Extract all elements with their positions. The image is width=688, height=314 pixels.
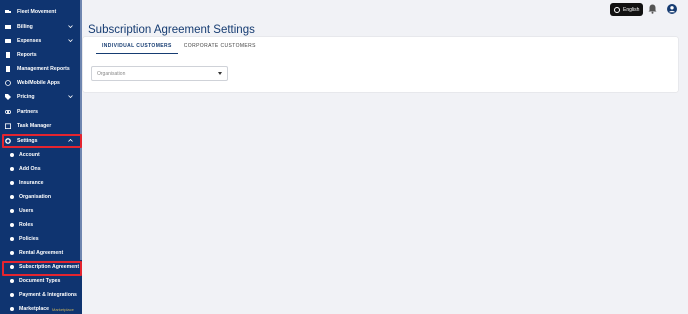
watermark-text: Marketplace [52, 307, 74, 312]
bullet-icon [10, 181, 14, 185]
sidebar-subitem-rental-agreement[interactable]: Rental Agreement [0, 246, 82, 260]
handshake-icon [5, 109, 11, 115]
sidebar-subitem-add-ons[interactable]: Add Ons [0, 162, 82, 176]
sidebar-subitem-payment-integrations[interactable]: Payment & Integrations [0, 288, 82, 302]
language-label: English [623, 6, 640, 13]
sidebar-item-label: Billing [17, 24, 33, 30]
top-bar [82, 0, 688, 20]
sidebar-item-label: Web/Mobile Apps [17, 80, 60, 86]
sidebar-item-pricing[interactable]: Pricing [0, 90, 82, 104]
caret-down-icon [218, 72, 222, 75]
sidebar-subitem-organisation[interactable]: Organisation [0, 190, 82, 204]
sidebar-subitem-label: Insurance [19, 180, 44, 186]
chevron-down-icon [68, 39, 73, 43]
sidebar-subitem-label: Marketplace [19, 306, 49, 312]
bullet-icon [10, 195, 14, 199]
sidebar-subitem-label: Account [19, 152, 40, 158]
page-title: Subscription Agreement Settings [88, 24, 255, 36]
bullet-icon [10, 223, 14, 227]
sidebar-item-label: Fleet Movement [17, 9, 57, 15]
customer-tabs: INDIVIDUAL CUSTOMERS CORPORATE CUSTOMERS [96, 40, 262, 54]
sidebar-subitem-document-types[interactable]: Document Types [0, 274, 82, 288]
report-icon [5, 66, 11, 72]
bell-icon[interactable] [648, 4, 657, 14]
globe-icon [5, 80, 11, 86]
bullet-icon [10, 209, 14, 213]
chevron-down-icon [68, 95, 73, 99]
sidebar-item-label: Management Reports [17, 66, 70, 72]
bullet-icon [10, 279, 14, 283]
bullet-icon [10, 307, 14, 311]
sidebar-item-reports[interactable]: Reports [0, 48, 82, 62]
sidebar-subitem-policies[interactable]: Policies [0, 232, 82, 246]
sidebar-item-task-manager[interactable]: Task Manager [0, 119, 82, 133]
sidebar: Fleet Movement Billing Expenses Reports … [0, 0, 82, 314]
sidebar-item-billing[interactable]: Billing [0, 20, 82, 34]
sidebar-subitem-label: Roles [19, 222, 34, 228]
organisation-select[interactable]: Organisation [91, 66, 228, 81]
settings-highlight-box [2, 134, 82, 148]
user-icon[interactable] [667, 4, 677, 14]
sidebar-subitem-label: Rental Agreement [19, 250, 64, 256]
bullet-icon [10, 167, 14, 171]
bullet-icon [10, 251, 14, 255]
sidebar-subitem-label: Document Types [19, 278, 61, 284]
sidebar-item-web-mobile-apps[interactable]: Web/Mobile Apps [0, 76, 82, 90]
sidebar-subitem-roles[interactable]: Roles [0, 218, 82, 232]
tab-corporate-customers[interactable]: CORPORATE CUSTOMERS [178, 40, 262, 54]
report-icon [5, 52, 11, 58]
organisation-select-placeholder: Organisation [97, 70, 126, 77]
sidebar-item-label: Pricing [17, 94, 35, 100]
bullet-icon [10, 293, 14, 297]
tab-individual-customers[interactable]: INDIVIDUAL CUSTOMERS [96, 40, 178, 54]
sidebar-item-label: Expenses [17, 38, 42, 44]
sidebar-subitem-label: Payment & Integrations [19, 292, 77, 298]
bullet-icon [10, 153, 14, 157]
sidebar-subitem-users[interactable]: Users [0, 204, 82, 218]
sidebar-subitem-label: Policies [19, 236, 39, 242]
billing-icon [5, 24, 11, 30]
bullet-icon [10, 237, 14, 241]
sidebar-subitem-label: Organisation [19, 194, 51, 200]
chevron-down-icon [68, 25, 73, 29]
sidebar-subitem-label: Users [19, 208, 34, 214]
sidebar-item-partners[interactable]: Partners [0, 105, 82, 119]
sidebar-subitem-insurance[interactable]: Insurance [0, 176, 82, 190]
sidebar-item-label: Reports [17, 52, 37, 58]
globe-icon [614, 6, 620, 13]
sidebar-item-label: Partners [17, 109, 39, 115]
sidebar-subitem-account[interactable]: Account [0, 148, 82, 162]
sidebar-item-fleet-movement[interactable]: Fleet Movement [0, 5, 82, 19]
sidebar-item-expenses[interactable]: Expenses [0, 34, 82, 48]
language-button[interactable]: English [610, 3, 643, 16]
settings-card: INDIVIDUAL CUSTOMERS CORPORATE CUSTOMERS… [83, 37, 678, 92]
sidebar-subitem-label: Add Ons [19, 166, 41, 172]
tag-icon [5, 94, 11, 100]
calendar-icon [5, 123, 11, 129]
sidebar-item-label: Task Manager [17, 123, 52, 129]
sidebar-item-management-reports[interactable]: Management Reports [0, 62, 82, 76]
wallet-icon [5, 38, 11, 44]
truck-icon [5, 9, 11, 15]
